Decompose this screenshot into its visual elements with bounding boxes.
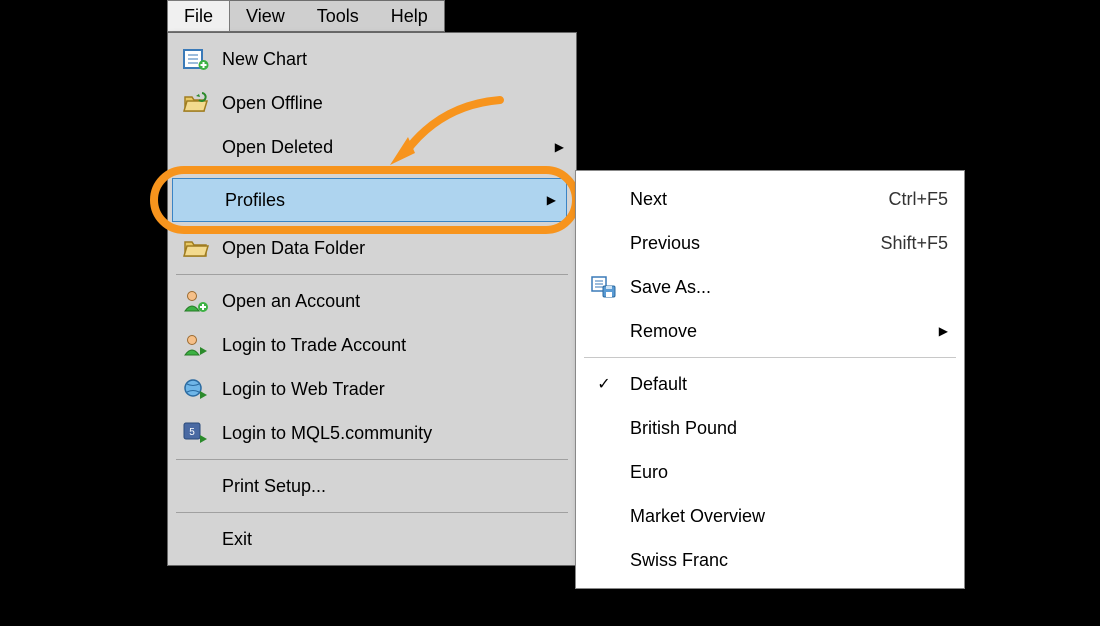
menu-view-label: View [246,6,285,27]
submenu-item-label: Next [624,189,888,210]
menu-item-print-setup[interactable]: Print Setup... [170,464,574,508]
menu-item-open-deleted[interactable]: Open Deleted ▶ [170,125,574,169]
menu-item-label: Open an Account [216,291,564,312]
submenu-profile-euro[interactable]: Euro [578,450,962,494]
user-arrow-icon [176,333,216,357]
menu-separator [584,357,956,358]
submenu-arrow-icon: ▶ [939,324,948,338]
globe-arrow-icon [176,377,216,401]
svg-text:5: 5 [189,427,195,438]
menu-item-open-data-folder[interactable]: Open Data Folder [170,226,574,270]
menu-item-label: New Chart [216,49,564,70]
menu-item-open-offline[interactable]: Open Offline [170,81,574,125]
profiles-submenu: Next Ctrl+F5 Previous Shift+F5 Save As..… [575,170,965,589]
submenu-profile-swiss-franc[interactable]: Swiss Franc [578,538,962,582]
new-chart-icon [176,47,216,71]
submenu-item-label: Default [624,374,948,395]
submenu-profile-british-pound[interactable]: British Pound [578,406,962,450]
menu-item-open-account[interactable]: Open an Account [170,279,574,323]
submenu-item-label: Previous [624,233,880,254]
checkmark-icon: ✓ [584,374,624,394]
menu-item-exit[interactable]: Exit [170,517,574,561]
menu-item-label: Open Deleted [216,137,555,158]
menu-view[interactable]: View [230,1,301,31]
submenu-item-previous[interactable]: Previous Shift+F5 [578,221,962,265]
menu-item-label: Login to Trade Account [216,335,564,356]
keyboard-shortcut: Ctrl+F5 [888,189,948,210]
menu-file-label: File [184,6,213,27]
menu-item-label: Login to Web Trader [216,379,564,400]
menu-tools[interactable]: Tools [301,1,375,31]
menu-file[interactable]: File [167,0,230,32]
keyboard-shortcut: Shift+F5 [880,233,948,254]
submenu-item-label: British Pound [624,418,948,439]
menubar: File View Tools Help [167,0,445,32]
submenu-arrow-icon: ▶ [555,140,564,154]
folder-open-icon [176,91,216,115]
menu-item-new-chart[interactable]: New Chart [170,37,574,81]
menu-separator [176,512,568,513]
menu-item-profiles[interactable]: Profiles ▶ [172,178,567,222]
menu-item-label: Print Setup... [216,476,564,497]
menu-item-label: Open Data Folder [216,238,564,259]
mql5-icon: 5 [176,421,216,445]
file-dropdown: New Chart Open Offline Open Deleted ▶ Op… [167,32,577,566]
user-add-icon [176,289,216,313]
submenu-item-label: Swiss Franc [624,550,948,571]
menu-item-login-mql5[interactable]: 5 Login to MQL5.community [170,411,574,455]
submenu-profile-default[interactable]: ✓ Default [578,362,962,406]
submenu-item-label: Euro [624,462,948,483]
menu-tools-label: Tools [317,6,359,27]
submenu-profile-market-overview[interactable]: Market Overview [578,494,962,538]
menu-item-login-trade[interactable]: Login to Trade Account [170,323,574,367]
menu-help-label: Help [391,6,428,27]
submenu-arrow-icon: ▶ [547,193,556,207]
menu-separator [176,274,568,275]
submenu-item-label: Save As... [624,277,948,298]
menu-item-login-web[interactable]: Login to Web Trader [170,367,574,411]
submenu-item-next[interactable]: Next Ctrl+F5 [578,177,962,221]
menu-help[interactable]: Help [375,1,444,31]
menu-separator [176,459,568,460]
submenu-item-remove[interactable]: Remove ▶ [578,309,962,353]
menu-item-label: Profiles [219,190,547,211]
submenu-item-save-as[interactable]: Save As... [578,265,962,309]
menu-item-label: Open Offline [216,93,564,114]
save-profile-icon [584,275,624,299]
submenu-item-label: Market Overview [624,506,948,527]
folder-icon [176,236,216,260]
menu-item-label: Login to MQL5.community [216,423,564,444]
submenu-item-label: Remove [624,321,939,342]
menu-item-label: Exit [216,529,564,550]
